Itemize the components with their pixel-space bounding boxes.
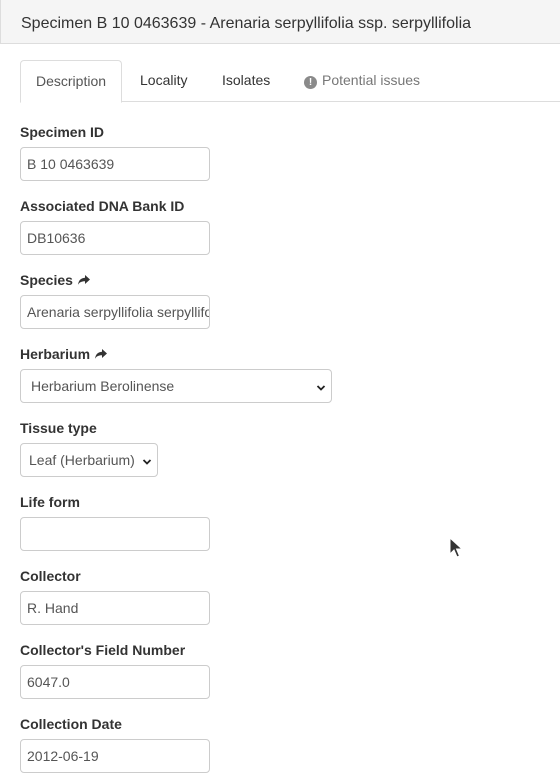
tab-isolates-label: Isolates [222, 72, 271, 88]
tab-potential-issues[interactable]: ! Potential issues [289, 60, 435, 102]
herbarium-select[interactable]: Herbarium Berolinense [20, 369, 332, 403]
tab-locality-label: Locality [140, 72, 188, 88]
tab-description-label: Description [36, 73, 107, 89]
species-label-row: Species [20, 272, 91, 289]
exclamation-circle-icon: ! [304, 76, 317, 89]
dna-bank-id-label: Associated DNA Bank ID [20, 198, 185, 214]
collection-date-label: Collection Date [20, 716, 122, 732]
chevron-down-icon [316, 381, 326, 397]
panel-heading: Specimen B 10 0463639 - Arenaria serpyll… [0, 0, 560, 44]
specimen-id-input[interactable]: B 10 0463639 [20, 147, 210, 181]
herbarium-label-row: Herbarium [20, 346, 108, 363]
tab-bar: Description Locality Isolates ! Potential… [20, 60, 560, 103]
collection-date-input[interactable]: 2012-06-19 [20, 739, 210, 773]
collector-label: Collector [20, 568, 81, 584]
field-number-value: 6047.0 [27, 674, 70, 690]
species-input[interactable]: Arenaria serpyllifolia serpyllifolia [20, 295, 210, 329]
tissue-type-value: Leaf (Herbarium) [29, 452, 135, 468]
mouse-cursor-icon [449, 536, 464, 564]
share-arrow-icon[interactable] [77, 273, 91, 289]
tab-potential-issues-label: Potential issues [322, 72, 421, 88]
tissue-type-label: Tissue type [20, 420, 97, 436]
share-arrow-icon[interactable] [94, 347, 108, 363]
species-label: Species [20, 272, 73, 288]
tissue-type-select[interactable]: Leaf (Herbarium) [20, 443, 158, 477]
collection-date-value: 2012-06-19 [27, 748, 99, 764]
herbarium-value: Herbarium Berolinense [31, 378, 175, 394]
herbarium-label: Herbarium [20, 346, 91, 362]
tab-locality[interactable]: Locality [125, 60, 202, 102]
tab-isolates[interactable]: Isolates [207, 60, 285, 102]
field-number-label: Collector's Field Number [20, 642, 186, 658]
species-value: Arenaria serpyllifolia serpyllifolia [27, 304, 210, 320]
dna-bank-id-value: DB10636 [27, 230, 86, 246]
specimen-id-value: B 10 0463639 [27, 156, 115, 172]
tab-description[interactable]: Description [20, 60, 122, 103]
dna-bank-id-input[interactable]: DB10636 [20, 221, 210, 255]
specimen-id-label: Specimen ID [20, 124, 105, 140]
page-title: Specimen B 10 0463639 - Arenaria serpyll… [21, 15, 472, 32]
field-number-input[interactable]: 6047.0 [20, 665, 210, 699]
life-form-label: Life form [20, 494, 80, 510]
chevron-down-icon [142, 455, 152, 471]
life-form-input[interactable] [20, 517, 210, 551]
collector-input[interactable]: R. Hand [20, 591, 210, 625]
collector-value: R. Hand [27, 600, 79, 616]
